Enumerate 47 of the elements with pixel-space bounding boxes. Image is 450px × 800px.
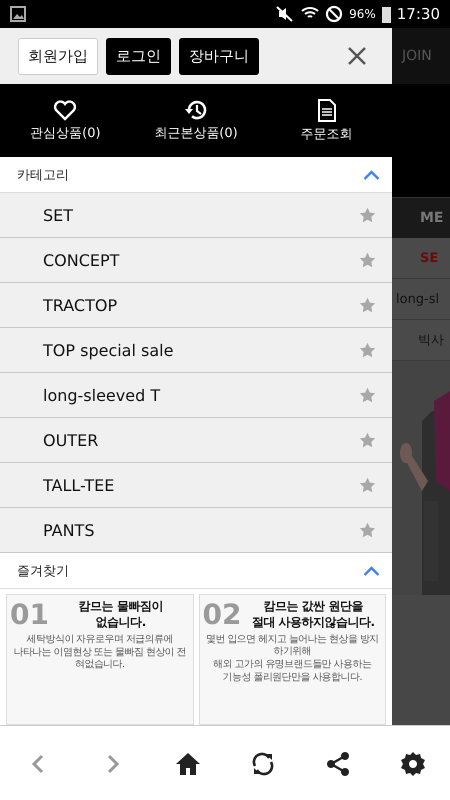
blocked-icon: [325, 5, 344, 23]
banner-text: 기능성 폴리원단만을 사용합니다.: [222, 672, 362, 684]
mute-icon: [275, 6, 296, 22]
banner-card[interactable]: 01 캄므는 물빠짐이 없습니다. 세탁방식이 자유로우며 저급의류에 나타나는 이염현상 또는 물빠짐 현상이 전혀없습니다.: [6, 594, 194, 725]
star-icon[interactable]: [359, 477, 376, 493]
star-icon[interactable]: [359, 342, 376, 358]
image-icon: [10, 6, 26, 22]
banner-text: 해외 고가의 유명브랜드들만 사용하는: [213, 659, 372, 672]
settings-button[interactable]: [398, 750, 426, 778]
banner-title: 캄므는 값싼 원단을 절대 사용하지않습니다.: [250, 599, 376, 630]
battery-icon: [382, 6, 391, 22]
banner-number: 02: [202, 600, 242, 629]
category-item[interactable]: TRACTOP: [43, 296, 118, 314]
star-icon[interactable]: [359, 207, 376, 223]
battery-percent: 96%: [349, 7, 376, 21]
section-title: 즐겨찾기: [17, 562, 69, 580]
history-icon: [184, 99, 208, 121]
document-icon: [318, 98, 336, 122]
banner-number: 01: [10, 600, 49, 629]
header-button[interactable]: 장바구니: [179, 38, 259, 74]
heart-icon: [53, 100, 78, 120]
category-item[interactable]: SET: [43, 206, 74, 224]
category-item[interactable]: CONCEPT: [43, 250, 120, 270]
quick-link[interactable]: 주문조회: [261, 98, 392, 142]
star-icon[interactable]: [359, 432, 376, 448]
star-icon[interactable]: [359, 252, 376, 268]
star-icon[interactable]: [359, 522, 376, 538]
banner-text: 세탁방식이 자유로우며 저급의류에: [26, 634, 173, 646]
chevron-up-icon[interactable]: [363, 566, 380, 576]
banner-text: 몇번 입으면 헤지고 늘어나는 현상을 방지하기위해: [204, 634, 380, 658]
banner-text: 나타나는 이염현상 또는 물빠짐 현상이 전혀없습니다.: [12, 647, 188, 672]
section-title: 카테고리: [17, 166, 69, 184]
category-item[interactable]: TOP special sale: [43, 340, 174, 360]
quick-link[interactable]: 최근본상품(0): [130, 99, 262, 142]
chevron-up-icon[interactable]: [363, 170, 380, 180]
banner-title: 캄므는 물빠짐이 없습니다.: [78, 599, 164, 630]
header-button[interactable]: 회원가입: [18, 38, 98, 74]
quick-link[interactable]: 관심상품(0): [0, 100, 131, 142]
category-item[interactable]: long-sleeved T: [43, 386, 160, 404]
clock-time: 17:30: [396, 5, 440, 23]
header-button[interactable]: 로그인: [106, 38, 171, 74]
category-item[interactable]: PANTS: [43, 520, 94, 540]
category-item[interactable]: TALL-TEE: [43, 476, 114, 494]
close-button[interactable]: [346, 45, 368, 67]
star-icon[interactable]: [359, 387, 376, 403]
category-item[interactable]: OUTER: [43, 430, 98, 450]
star-icon[interactable]: [359, 297, 376, 313]
